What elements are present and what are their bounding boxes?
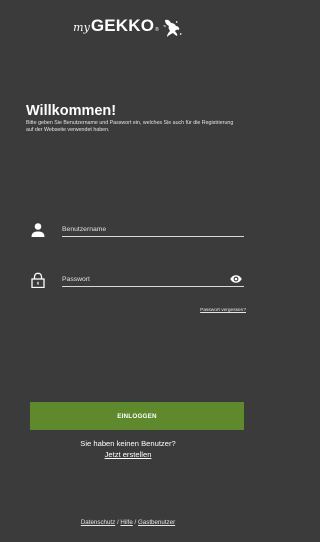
create-account-row: Jetzt erstellen: [0, 450, 256, 459]
help-link[interactable]: Hilfe: [120, 519, 132, 526]
show-password-icon[interactable]: [230, 275, 242, 283]
user-icon: [31, 223, 45, 237]
password-field[interactable]: [30, 272, 244, 292]
guest-user-link[interactable]: Gastbenutzer: [138, 519, 175, 526]
privacy-link[interactable]: Datenschutz: [81, 519, 115, 526]
welcome-title: Willkommen!: [26, 103, 117, 119]
no-account-text: Sie haben keinen Benutzer?: [80, 439, 176, 448]
logo-registered-mark: ®: [155, 27, 159, 33]
app-logo: my GEKKO ®: [0, 4, 256, 48]
username-field[interactable]: [30, 222, 244, 242]
create-account-link[interactable]: Jetzt erstellen: [105, 450, 152, 459]
logo-wordmark: my GEKKO ®: [73, 16, 159, 36]
login-button[interactable]: EINLOGGEN: [30, 402, 244, 430]
forgot-password-link[interactable]: Passwort vergessen?: [200, 308, 246, 313]
gecko-icon: [162, 19, 182, 37]
logo-prefix: my: [73, 21, 90, 34]
username-input[interactable]: [62, 222, 244, 237]
logo-brand: GEKKO: [90, 16, 155, 35]
lock-icon: [31, 272, 45, 288]
password-input[interactable]: [62, 272, 244, 287]
welcome-instructions: Bitte geben Sie Benutzername und Passwor…: [26, 120, 234, 133]
footer-links: Datenschutz / Hilfe / Gastbenutzer: [0, 519, 256, 526]
